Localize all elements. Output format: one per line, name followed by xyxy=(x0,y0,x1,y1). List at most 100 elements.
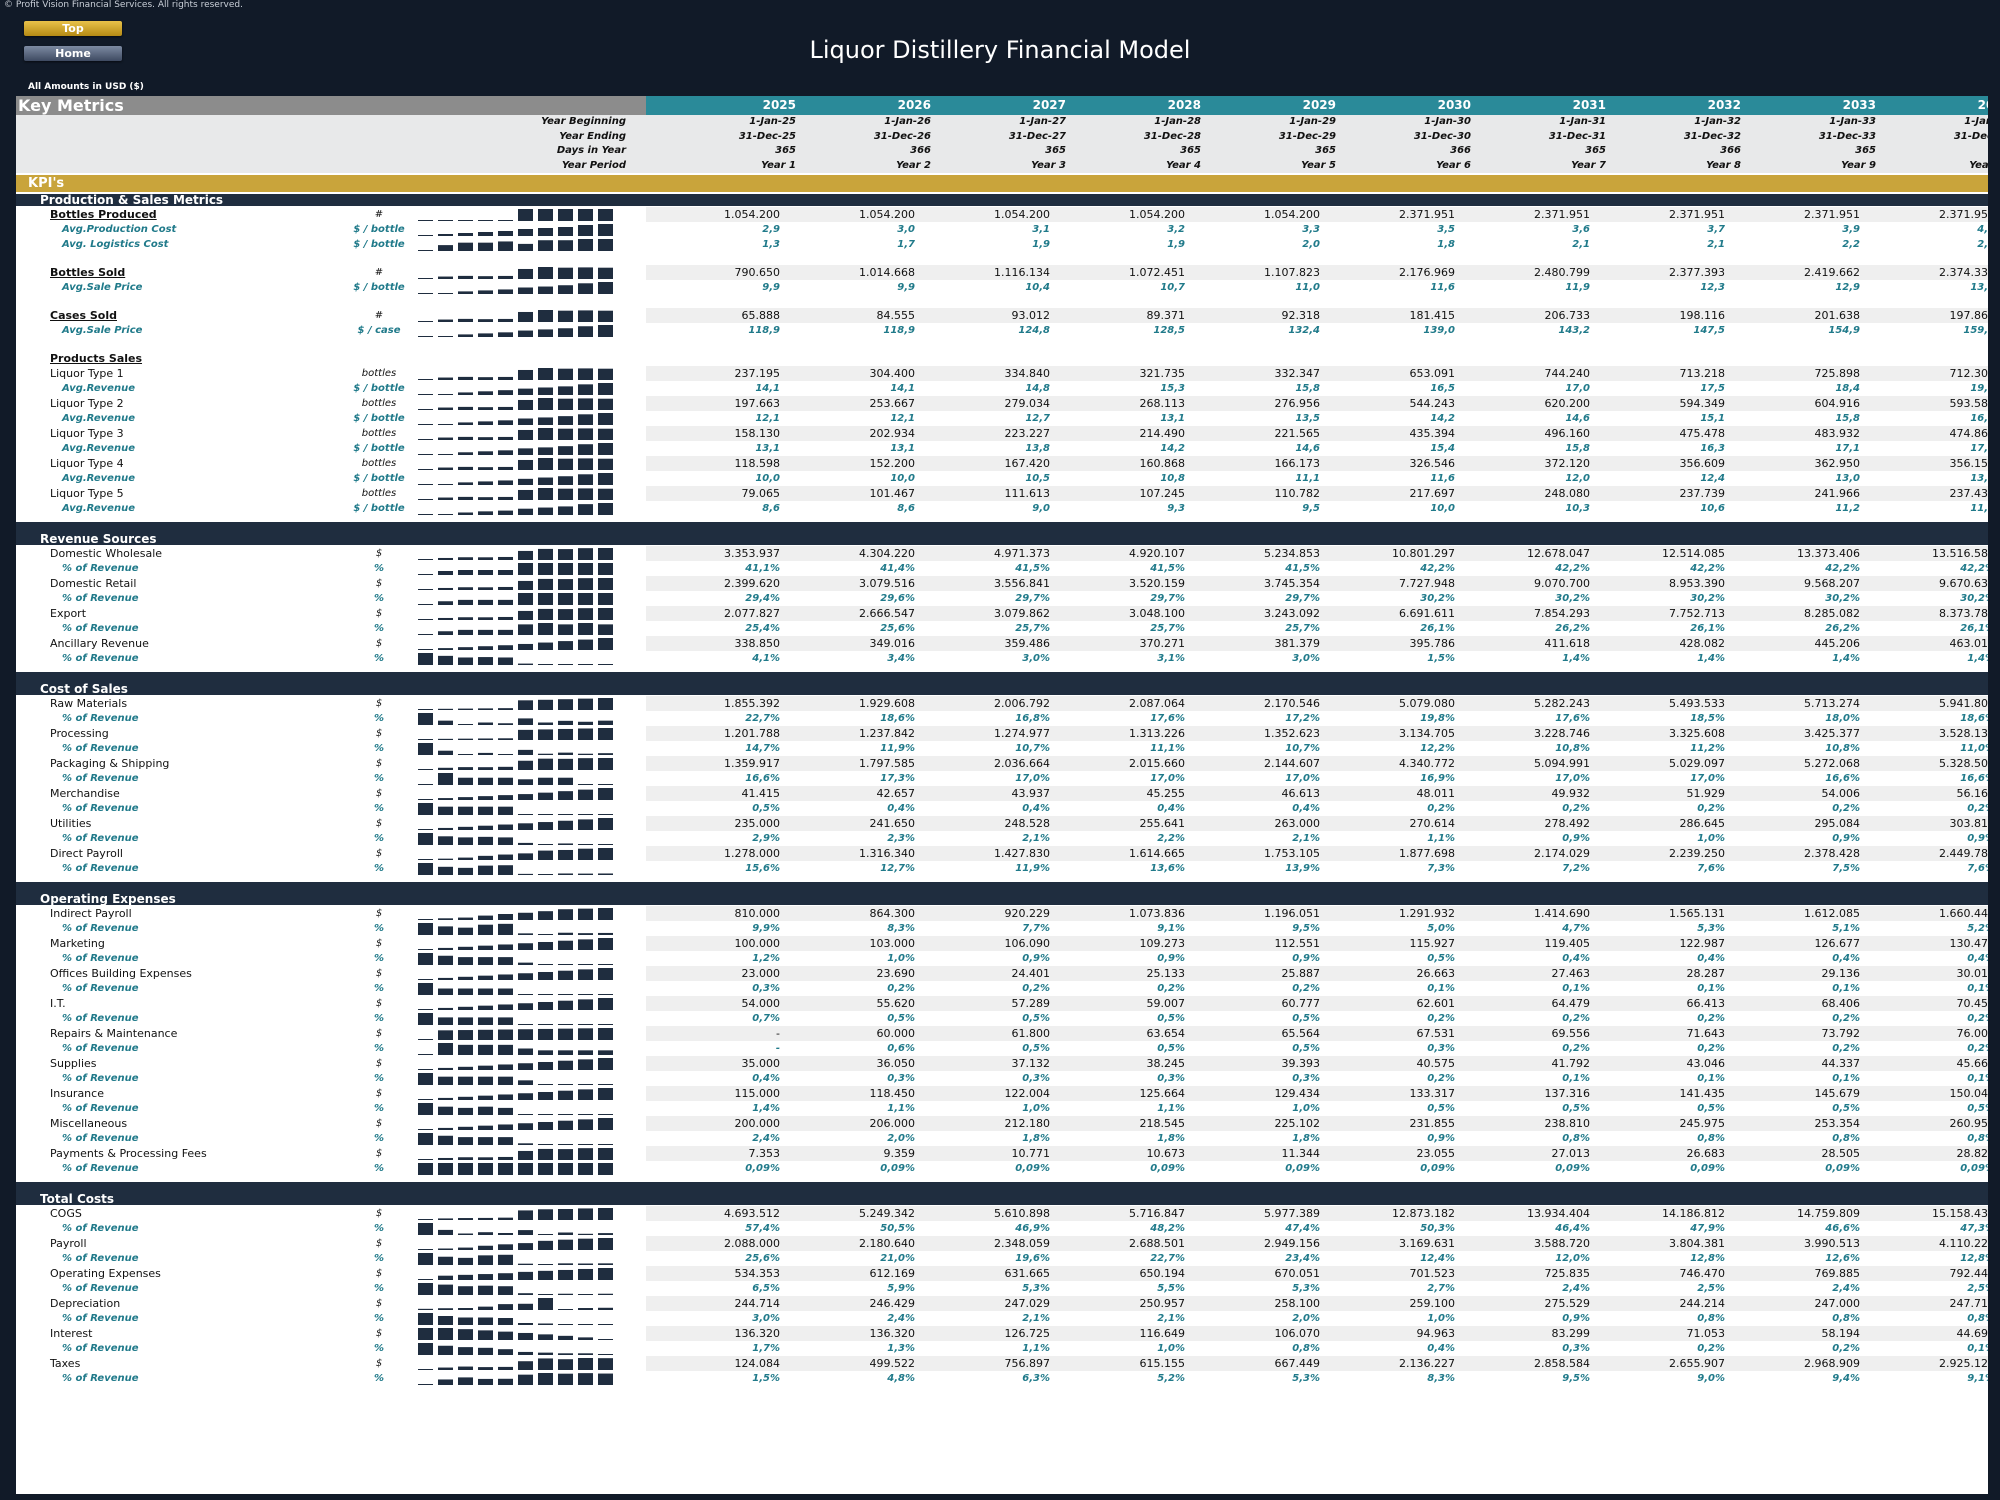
sparkline-bar xyxy=(418,739,433,740)
metric-value: 206.733 xyxy=(1544,309,1591,322)
sparkline xyxy=(418,398,613,410)
sparkline-bar xyxy=(458,806,473,815)
sparkline-bar xyxy=(598,1354,613,1355)
metric-label: Processing xyxy=(50,727,109,740)
sparkline xyxy=(418,983,613,995)
metric-label: Liquor Type 2 xyxy=(50,397,124,410)
metric-value: 1,1% xyxy=(1427,833,1455,844)
metric-value: 9.670.636 xyxy=(1939,577,1988,590)
sparkline-bar xyxy=(458,837,473,845)
metric-value: 0,8% xyxy=(1967,1133,1988,1144)
metric-value: 76.006 xyxy=(1956,1027,1989,1040)
sparkline-bar xyxy=(518,448,533,455)
sparkline-bar xyxy=(478,242,493,251)
metric-value: 259.100 xyxy=(1409,1297,1456,1310)
metric-value: 263.000 xyxy=(1274,817,1321,830)
metric-value: 332.347 xyxy=(1274,367,1321,380)
metric-value: 0,4% xyxy=(887,803,915,814)
metric-value: 0,9% xyxy=(1562,1313,1590,1324)
metric-value: 45.255 xyxy=(1146,787,1186,800)
metric-value: 260.955 xyxy=(1949,1117,1989,1130)
sparkline-bar xyxy=(578,428,593,440)
metric-value: 1,1% xyxy=(887,1103,915,1114)
sparkline-bar xyxy=(418,1343,433,1355)
metric-label: Offices Building Expenses xyxy=(50,967,192,980)
sparkline-bar xyxy=(478,1029,493,1040)
metric-value: 17,0% xyxy=(1015,773,1050,784)
sparkline-bar xyxy=(478,1017,493,1025)
sparkline-bar xyxy=(578,784,593,785)
sparkline-bar xyxy=(558,1239,573,1250)
sparkline-bar xyxy=(518,1003,533,1010)
metric-value: 2.239.250 xyxy=(1669,847,1725,860)
metric-value: 321.735 xyxy=(1139,367,1186,380)
top-button[interactable]: Top xyxy=(24,21,122,36)
metric-value: 372.120 xyxy=(1544,457,1591,470)
metric-value: 1,5% xyxy=(752,1373,780,1384)
sparkline-bar xyxy=(518,478,533,485)
metric-value: 71.053 xyxy=(1686,1327,1726,1340)
metric-label: Merchandise xyxy=(50,787,120,800)
sparkline-bar xyxy=(418,409,433,410)
sparkline xyxy=(418,938,613,950)
metric-row: I.T. $54.000 55.620 57.289 59.007 60.777 62.60… xyxy=(16,996,1988,1011)
metric-value: 42.657 xyxy=(876,787,916,800)
amounts-note: All Amounts in USD ($) xyxy=(28,82,144,92)
sparkline-bar xyxy=(498,1217,513,1220)
sparkline-bar xyxy=(578,1084,593,1085)
sparkline-bar xyxy=(598,873,613,875)
metric-value: 11,9% xyxy=(1015,863,1050,874)
metric-value: 2.949.156 xyxy=(1264,1237,1320,1250)
metric-value: 12,7% xyxy=(880,863,915,874)
metric-subrow: % of Revenue% 22,7% 18,6% 16,8% 17,6% 17,2% 19… xyxy=(16,711,1988,726)
metric-value: 3,1 xyxy=(1032,224,1050,235)
metric-value: 258.100 xyxy=(1274,1297,1321,1310)
metric-value: 30,2% xyxy=(1690,593,1725,604)
sparkline-bar xyxy=(498,436,513,440)
sparkline-bar xyxy=(518,853,533,860)
metric-value: 3.243.092 xyxy=(1264,607,1320,620)
metric-value: 1.855.392 xyxy=(724,697,780,710)
metric-value: 11,2% xyxy=(1690,743,1725,754)
metric-value: 3.528.138 xyxy=(1939,727,1988,740)
metric-value: 2,0 xyxy=(1302,239,1320,250)
sparkline-bar xyxy=(438,1345,453,1355)
metric-value: 2.180.640 xyxy=(859,1237,915,1250)
metric-value: 1,0% xyxy=(1697,833,1725,844)
sparkline-bar xyxy=(538,934,553,935)
sparkline-bar xyxy=(558,720,573,725)
metric-value: 5.713.274 xyxy=(1804,697,1860,710)
sparkline-bar xyxy=(538,777,553,785)
sparkline-bar xyxy=(518,873,533,875)
sparkline xyxy=(418,1253,613,1265)
metric-value: 150.049 xyxy=(1949,1087,1989,1100)
sparkline-bar xyxy=(438,1316,453,1325)
metric-value: 4.340.772 xyxy=(1399,757,1455,770)
sparkline-bar xyxy=(518,1080,533,1085)
sparkline-bar xyxy=(418,321,433,322)
metric-value: 237.434 xyxy=(1949,487,1989,500)
sparkline-bar xyxy=(458,1377,473,1385)
metric-value: 2,5% xyxy=(1967,1283,1988,1294)
sparkline-bar xyxy=(498,777,513,785)
sparkline-bar xyxy=(518,1150,533,1160)
metric-value: 39.393 xyxy=(1281,1057,1321,1070)
metric-value: 334.840 xyxy=(1004,367,1051,380)
metric-value: 2,9% xyxy=(752,833,780,844)
metric-value: 14,8 xyxy=(1025,383,1050,394)
year-header-cell: 2030 xyxy=(1437,98,1471,112)
metric-value: 790.650 xyxy=(734,266,781,279)
sparkline-bar xyxy=(598,1148,613,1160)
sparkline-bar xyxy=(578,398,593,410)
sparkline-bar xyxy=(438,514,453,515)
period-value: 31-Dec-26 xyxy=(873,130,931,142)
sparkline-bar xyxy=(538,488,553,500)
sparkline-bar xyxy=(598,932,613,935)
metric-value: 6,5% xyxy=(752,1283,780,1294)
sparkline-bar xyxy=(518,1293,533,1295)
metric-value: 12,3 xyxy=(1700,282,1725,293)
metric-value: 27.463 xyxy=(1551,967,1591,980)
sparkline-bar xyxy=(558,240,573,251)
metric-value: 50,5% xyxy=(880,1223,915,1234)
sparkline xyxy=(418,1028,613,1040)
